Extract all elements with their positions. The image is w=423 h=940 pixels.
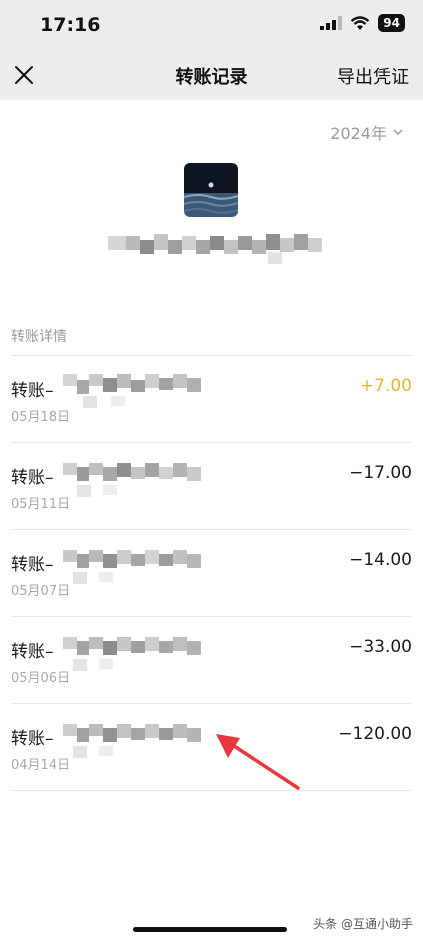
avatar-image [184,163,238,217]
transaction-date: 05月18日 [11,410,71,425]
year-picker[interactable]: 2024年 [330,120,403,144]
section-label: 转账详情 [11,329,67,345]
avatar [184,163,238,217]
transaction-date: 04月14日 [11,758,71,773]
transaction-amount: −17.00 [349,463,412,483]
transaction-title: 转账– [11,381,54,401]
transaction-title: 转账– [11,642,54,662]
transaction-list: 转账– 05月18日 +7.00 转账– 05月11日 −17.00 转账– 0… [0,356,423,791]
nav-bar: 转账记录 导出凭证 [0,50,423,100]
status-bar: 17:16 94 [0,0,423,50]
home-indicator[interactable] [133,927,287,932]
transaction-date: 05月11日 [11,497,71,512]
transaction-amount: −33.00 [349,637,412,657]
chevron-down-icon [393,128,403,135]
transaction-title: 转账– [11,468,54,488]
redacted-mosaic [63,724,201,758]
battery-indicator: 94 [378,14,405,32]
wifi-icon [351,15,370,30]
contact-name-mosaic [108,234,322,264]
transaction-title: 转账– [11,555,54,575]
arrow-annotation-icon [216,734,300,790]
transaction-amount: +7.00 [359,376,412,396]
status-time: 17:16 [40,14,101,36]
redacted-mosaic [63,374,201,408]
signal-icon [320,16,343,30]
list-item[interactable]: 转账– 05月11日 −17.00 [11,443,412,530]
transaction-date: 05月06日 [11,671,71,686]
transaction-amount: −14.00 [349,550,412,570]
list-item[interactable]: 转账– 05月18日 +7.00 [11,356,412,443]
redacted-mosaic [63,637,201,671]
redacted-mosaic [63,550,201,584]
export-voucher-button[interactable]: 导出凭证 [337,63,409,89]
year-picker-label: 2024年 [330,124,387,143]
status-icons: 94 [320,14,405,32]
redacted-mosaic [63,463,201,497]
transaction-amount: −120.00 [338,724,412,744]
watermark: 头条 @互通小助手 [313,917,413,931]
transaction-title: 转账– [11,729,54,749]
transaction-date: 05月07日 [11,584,71,599]
list-item[interactable]: 转账– 05月07日 −14.00 [11,530,412,617]
list-item[interactable]: 转账– 05月06日 −33.00 [11,617,412,704]
